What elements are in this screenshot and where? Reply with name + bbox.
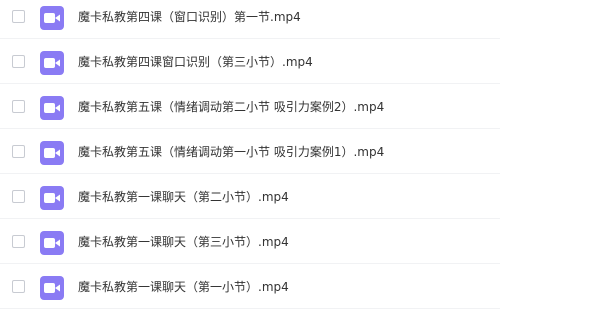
row-checkbox[interactable] [12, 190, 25, 203]
file-list: 魔卡私教第四课（窗口识别）第一节.mp4 魔卡私教第四课窗口识别（第三小节）.m… [0, 0, 600, 316]
file-row[interactable]: 魔卡私教第一课聊天（第三小节）.mp4 [0, 220, 500, 264]
video-file-icon [40, 141, 64, 165]
row-checkbox[interactable] [12, 235, 25, 248]
row-checkbox[interactable] [12, 100, 25, 113]
file-name[interactable]: 魔卡私教第五课（情绪调动第二小节 吸引力案例2）.mp4 [78, 99, 384, 115]
file-row[interactable]: 魔卡私教第五课（情绪调动第二小节 吸引力案例2）.mp4 [0, 85, 500, 129]
file-row[interactable]: 魔卡私教第四课窗口识别（第三小节）.mp4 [0, 40, 500, 84]
video-file-icon [40, 51, 64, 75]
file-row[interactable]: 魔卡私教第五课（情绪调动第一小节 吸引力案例1）.mp4 [0, 130, 500, 174]
file-name[interactable]: 魔卡私教第四课窗口识别（第三小节）.mp4 [78, 54, 313, 70]
video-file-icon [40, 96, 64, 120]
file-name[interactable]: 魔卡私教第一课聊天（第一小节）.mp4 [78, 279, 289, 295]
video-file-icon [40, 231, 64, 255]
row-checkbox[interactable] [12, 280, 25, 293]
file-name[interactable]: 魔卡私教第五课（情绪调动第一小节 吸引力案例1）.mp4 [78, 144, 384, 160]
video-file-icon [40, 276, 64, 300]
file-name[interactable]: 魔卡私教第四课（窗口识别）第一节.mp4 [78, 9, 301, 25]
file-row[interactable]: 魔卡私教第一课聊天（第二小节）.mp4 [0, 175, 500, 219]
row-checkbox[interactable] [12, 145, 25, 158]
file-name[interactable]: 魔卡私教第一课聊天（第三小节）.mp4 [78, 234, 289, 250]
row-checkbox[interactable] [12, 10, 25, 23]
video-file-icon [40, 186, 64, 210]
file-name[interactable]: 魔卡私教第一课聊天（第二小节）.mp4 [78, 189, 289, 205]
video-file-icon [40, 6, 64, 30]
file-row[interactable]: 魔卡私教第四课（窗口识别）第一节.mp4 [0, 0, 500, 39]
file-row[interactable]: 魔卡私教第一课聊天（第一小节）.mp4 [0, 265, 500, 309]
row-checkbox[interactable] [12, 55, 25, 68]
